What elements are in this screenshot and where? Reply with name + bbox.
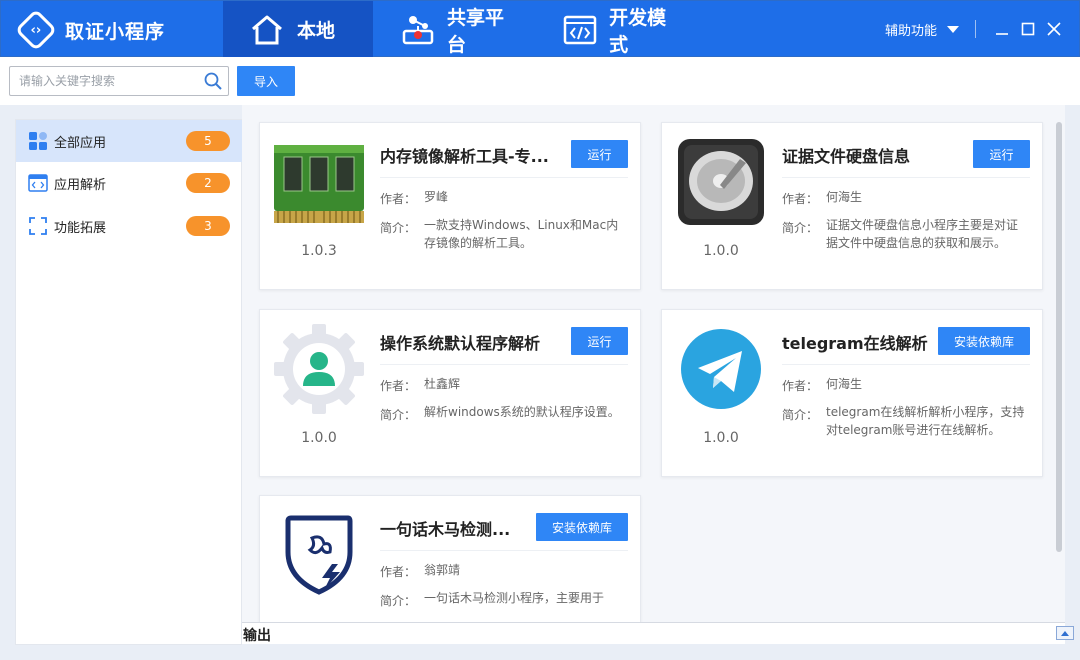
- intro-value: 一句话木马检测小程序，主要用于: [424, 591, 605, 605]
- gear-user-icon: [274, 324, 364, 414]
- shield-bolt-icon: [285, 515, 353, 595]
- chevron-down-icon: [947, 26, 960, 33]
- app-card-disk-info[interactable]: 1.0.0 证据文件硬盘信息 运行 作者： 何海生 简介： 证据文件硬盘信息小程…: [661, 122, 1043, 290]
- app-grid: 1.0.3 内存镜像解析工具-专... 运行 作者： 罗峰 简介： 一款支持Wi…: [242, 105, 1065, 622]
- intro-label: 简介：: [380, 594, 417, 608]
- run-button[interactable]: 运行: [571, 140, 628, 168]
- vertical-scrollbar[interactable]: [1056, 122, 1062, 552]
- install-deps-button[interactable]: 安装依赖库: [938, 327, 1030, 355]
- tab-local-label: 本地: [297, 20, 336, 42]
- app-card-default-programs[interactable]: 1.0.0 操作系统默认程序解析 运行 作者： 杜鑫辉 简介： 解析window…: [259, 309, 641, 477]
- minimize-button[interactable]: [991, 18, 1013, 40]
- search-icon[interactable]: [204, 72, 222, 90]
- divider: [782, 364, 1030, 365]
- divider: [782, 177, 1030, 178]
- code-window-icon: [28, 174, 48, 192]
- chevron-up-icon: [1061, 631, 1069, 636]
- tab-local[interactable]: 本地: [223, 1, 373, 58]
- sidebar-item-all-apps[interactable]: 全部应用 5: [16, 120, 242, 162]
- search-toolbar: 导入: [0, 57, 1080, 105]
- sidebar-item-extensions[interactable]: 功能拓展 3: [16, 205, 242, 247]
- output-label: 输出: [243, 628, 271, 644]
- app-card-telegram[interactable]: 1.0.0 telegram在线解析 安装依赖库 作者： 何海生 简介： tel…: [661, 309, 1043, 477]
- sidebar-item-app-parse[interactable]: 应用解析 2: [16, 162, 242, 204]
- intro-label: 简介：: [380, 408, 417, 422]
- intro-value: 解析windows系统的默认程序设置。: [424, 405, 620, 419]
- app-name: 内存镜像解析工具-专...: [380, 147, 549, 166]
- output-panel: 输出: [242, 622, 1074, 644]
- author-value: 翁郭靖: [424, 563, 461, 577]
- app-version: 1.0.0: [703, 243, 739, 259]
- tab-dev-mode[interactable]: 开发模式: [537, 1, 707, 58]
- app-title: 取证小程序: [65, 20, 166, 43]
- maximize-icon: [1021, 22, 1035, 36]
- app-version: 1.0.0: [301, 430, 337, 446]
- count-badge: 2: [186, 173, 230, 193]
- author-value: 何海生: [826, 377, 863, 391]
- author-label: 作者：: [380, 379, 417, 393]
- app-name: 一句话木马检测...: [380, 520, 511, 539]
- sidebar-item-label: 功能拓展: [54, 220, 107, 236]
- app-name: telegram在线解析: [782, 334, 928, 353]
- intro-label: 简介：: [380, 221, 417, 235]
- install-deps-button[interactable]: 安装依赖库: [536, 513, 628, 541]
- tab-dev-label: 开发模式: [609, 6, 667, 56]
- expand-frame-icon: [29, 217, 47, 235]
- author-value: 何海生: [826, 190, 863, 204]
- category-sidebar: 全部应用 5 应用解析 2 功能拓展 3: [15, 119, 242, 645]
- expand-output-button[interactable]: [1056, 626, 1074, 640]
- count-badge: 3: [186, 216, 230, 236]
- run-button[interactable]: 运行: [571, 327, 628, 355]
- assist-menu[interactable]: 辅助功能: [885, 20, 960, 39]
- count-badge: 5: [186, 131, 230, 151]
- code-window-icon: [563, 12, 597, 48]
- minimize-icon: [996, 33, 1008, 35]
- grid-apps-icon: [29, 132, 47, 150]
- app-version: 1.0.3: [301, 243, 337, 259]
- author-label: 作者：: [380, 192, 417, 206]
- close-button[interactable]: [1043, 18, 1065, 40]
- intro-value: 证据文件硬盘信息小程序主要是对证据文件中硬盘信息的获取和展示。: [826, 218, 1019, 250]
- author-label: 作者：: [782, 192, 819, 206]
- divider: [975, 20, 976, 38]
- author-label: 作者：: [380, 565, 417, 579]
- author-value: 罗峰: [424, 190, 449, 204]
- title-bar: ‹› 取证小程序 本地 共享平台 开发模式 辅助功能: [0, 0, 1080, 58]
- share-network-icon: [401, 12, 435, 48]
- intro-value: 一款支持Windows、Linux和Mac内存镜像的解析工具。: [424, 218, 619, 250]
- maximize-button[interactable]: [1017, 18, 1039, 40]
- app-logo-icon: ‹›: [14, 8, 58, 52]
- assist-label: 辅助功能: [885, 24, 938, 39]
- tab-share-platform[interactable]: 共享平台: [375, 1, 535, 58]
- telegram-icon: [681, 329, 761, 409]
- author-value: 杜鑫辉: [424, 377, 461, 391]
- app-name: 操作系统默认程序解析: [380, 334, 541, 353]
- tab-share-label: 共享平台: [447, 6, 505, 56]
- divider: [380, 364, 628, 365]
- sidebar-item-label: 应用解析: [54, 177, 107, 193]
- import-button[interactable]: 导入: [237, 66, 295, 96]
- search-input[interactable]: [10, 67, 200, 95]
- divider: [380, 550, 628, 551]
- close-icon: [1047, 22, 1061, 36]
- app-card-webshell-detect[interactable]: 一句话木马检测... 安装依赖库 作者： 翁郭靖 简介： 一句话木马检测小程序，…: [259, 495, 641, 622]
- app-card-memory-image[interactable]: 1.0.3 内存镜像解析工具-专... 运行 作者： 罗峰 简介： 一款支持Wi…: [259, 122, 641, 290]
- app-version: 1.0.0: [703, 430, 739, 446]
- intro-label: 简介：: [782, 408, 819, 422]
- divider: [380, 177, 628, 178]
- hard-disk-icon: [678, 139, 764, 225]
- sidebar-item-label: 全部应用: [54, 135, 107, 151]
- memory-chip-icon: [274, 145, 364, 223]
- author-label: 作者：: [782, 379, 819, 393]
- home-icon: [249, 12, 285, 48]
- run-button[interactable]: 运行: [973, 140, 1030, 168]
- intro-label: 简介：: [782, 221, 819, 235]
- app-brand: ‹› 取证小程序: [14, 8, 166, 52]
- search-box: [9, 66, 229, 96]
- intro-value: telegram在线解析解析小程序，支持对telegram账号进行在线解析。: [826, 405, 1025, 437]
- app-name: 证据文件硬盘信息: [782, 147, 911, 166]
